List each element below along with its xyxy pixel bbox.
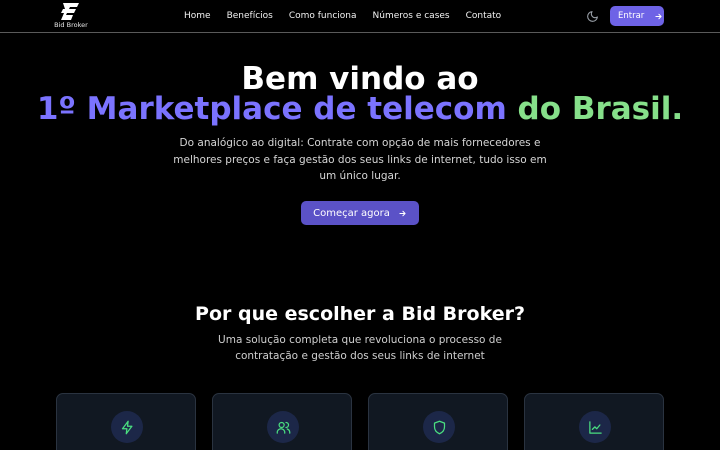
shield-icon <box>433 420 445 434</box>
bid-broker-logo-icon <box>61 3 79 20</box>
why-section-description: Uma solução completa que revoluciona o p… <box>218 334 502 362</box>
nav-link-contato[interactable]: Contato <box>466 9 502 23</box>
hero-title-highlight: 1º Marketplace de telecom <box>36 91 507 127</box>
page: Bid Broker Home Benefícios Como funciona… <box>0 0 720 450</box>
nav-link-home[interactable]: Home <box>184 9 211 23</box>
chart-line-icon <box>588 420 602 434</box>
login-button[interactable]: Entrar <box>610 6 664 26</box>
start-now-button[interactable]: Começar agora <box>301 201 419 225</box>
feature-icon-badge <box>423 411 455 443</box>
users-icon <box>276 421 290 434</box>
feature-icon-badge <box>267 411 299 443</box>
moon-icon[interactable] <box>586 10 599 23</box>
feature-icon-badge <box>579 411 611 443</box>
feature-card-3 <box>368 393 508 450</box>
nav-link-numeros-e-cases[interactable]: Números e cases <box>373 9 450 23</box>
why-section-title: Por que escolher a Bid Broker? <box>195 303 525 325</box>
arrow-right-icon <box>655 13 662 19</box>
hero-title-end: do Brasil. <box>506 91 684 127</box>
top-navbar: Bid Broker Home Benefícios Como funciona… <box>0 0 720 33</box>
brand-name: Bid Broker <box>54 21 88 29</box>
nav-link-beneficios[interactable]: Benefícios <box>227 9 273 23</box>
nav-links: Home Benefícios Como funciona Números e … <box>184 9 501 23</box>
hero-title-line2: 1º Marketplace de telecom do Brasil. <box>0 90 720 128</box>
arrow-right-icon <box>399 210 406 216</box>
lightning-icon <box>121 420 132 434</box>
feature-card-2 <box>212 393 352 450</box>
brand-logo[interactable]: Bid Broker <box>54 3 88 30</box>
nav-link-como-funciona[interactable]: Como funciona <box>289 9 357 23</box>
start-now-label: Começar agora <box>313 207 390 219</box>
feature-card-4 <box>524 393 664 450</box>
feature-icon-badge <box>111 411 143 443</box>
login-button-label: Entrar <box>618 11 645 21</box>
hero-description: Do analógico ao digital: Contrate com op… <box>173 137 547 182</box>
feature-card-1 <box>56 393 196 450</box>
